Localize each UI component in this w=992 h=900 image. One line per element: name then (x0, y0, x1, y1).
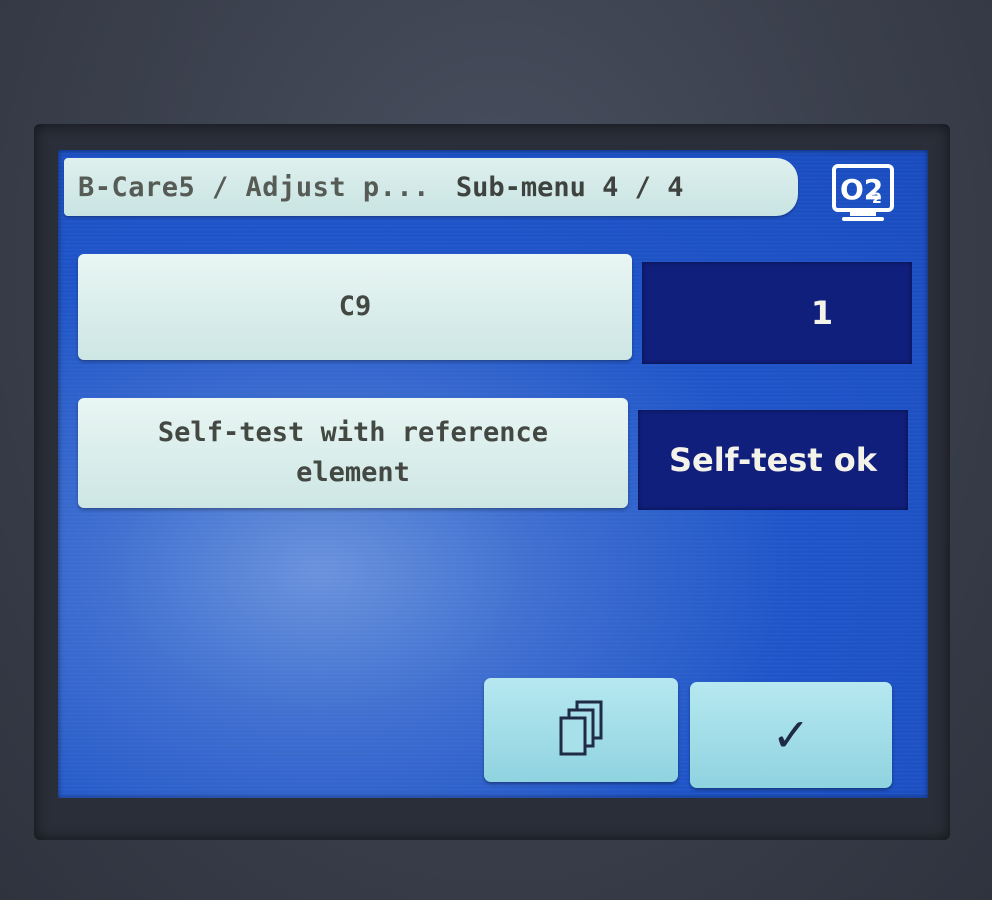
self-test-label: Self-test with reference element (157, 417, 549, 488)
confirm-button[interactable]: ✓ (690, 682, 892, 788)
self-test-status: Self-test ok (638, 410, 908, 510)
self-test-status-text: Self-test ok (668, 441, 878, 479)
pages-icon (559, 700, 603, 756)
pages-button[interactable] (484, 678, 678, 782)
parameter-c9-button[interactable]: C9 (78, 254, 632, 360)
o2-monitor-icon: O2 2 (832, 164, 894, 221)
device-housing: B-Care5 / Adjust p... Sub-menu 4 / 4 O2 … (0, 0, 992, 900)
self-test-button[interactable]: Self-test with reference element (78, 398, 628, 508)
svg-text:2: 2 (872, 191, 882, 207)
submenu-indicator: Sub-menu 4 / 4 (455, 171, 684, 203)
touch-screen: B-Care5 / Adjust p... Sub-menu 4 / 4 O2 … (58, 150, 928, 798)
breadcrumb: B-Care5 / Adjust p... (78, 171, 430, 203)
parameter-c9-value-text: 1 (810, 294, 834, 332)
parameter-c9-value: 1 (642, 262, 912, 364)
title-bar: B-Care5 / Adjust p... Sub-menu 4 / 4 (64, 158, 798, 216)
checkmark-icon: ✓ (771, 708, 811, 762)
parameter-c9-label: C9 (338, 291, 372, 322)
